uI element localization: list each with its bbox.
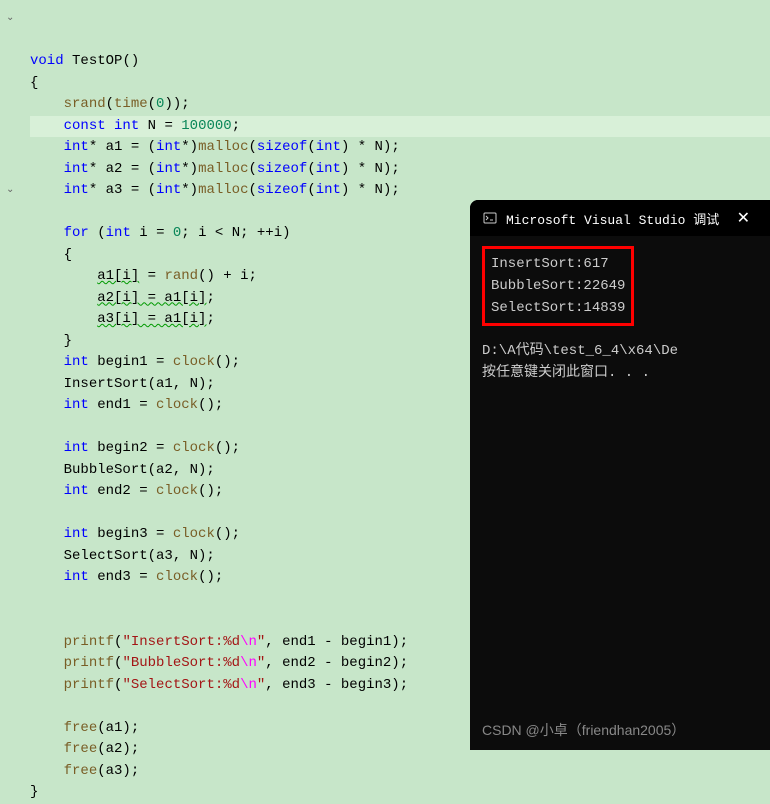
console-output-line: InsertSort:617 [491, 253, 625, 275]
console-title: Microsoft Visual Studio 调试 [506, 209, 729, 228]
console-titlebar[interactable]: Microsoft Visual Studio 调试 ✕ [470, 200, 770, 236]
close-icon[interactable]: ✕ [729, 208, 758, 228]
terminal-icon [482, 210, 498, 226]
console-prompt-line: 按任意键关闭此窗口. . . [482, 362, 758, 384]
collapse-icon[interactable]: ⌄ [6, 180, 14, 202]
console-output-line: BubbleSort:22649 [491, 275, 625, 297]
output-highlight-box: InsertSort:617 BubbleSort:22649 SelectSo… [482, 246, 634, 326]
debug-console-window: Microsoft Visual Studio 调试 ✕ InsertSort:… [470, 200, 770, 750]
console-body[interactable]: InsertSort:617 BubbleSort:22649 SelectSo… [470, 236, 770, 394]
editor-gutter: ⌄ ⌄ [0, 0, 24, 762]
console-path-line: D:\A代码\test_6_4\x64\De [482, 340, 758, 362]
collapse-icon[interactable]: ⌄ [6, 8, 14, 30]
console-output-line: SelectSort:14839 [491, 297, 625, 319]
watermark-text: CSDN @小卓（friendhan2005） [482, 720, 685, 740]
